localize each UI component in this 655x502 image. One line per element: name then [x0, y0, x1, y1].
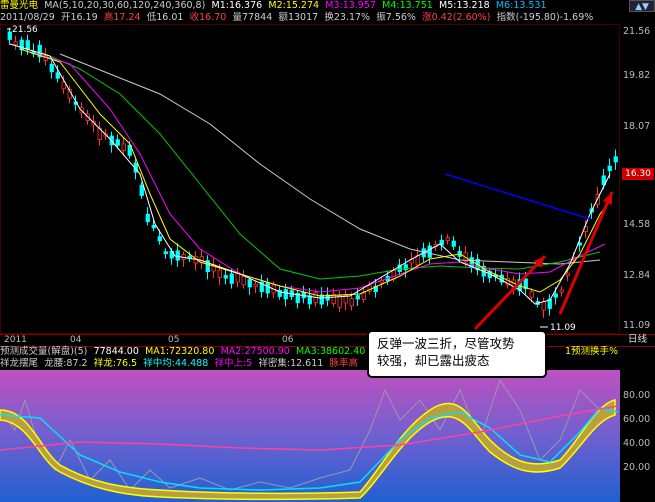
vol-extra: 1预测换手% [565, 346, 619, 357]
stock-name: 雷曼光电 [0, 0, 39, 11]
vol-ma1: MA1:72320.80 [145, 346, 215, 357]
candle [115, 139, 120, 146]
period-label[interactable]: 日线 [628, 334, 655, 345]
date-label: 05 [168, 335, 180, 345]
candle [529, 291, 534, 298]
ma-params: MA(5,10,20,30,60,120,240,360,8) [44, 0, 206, 11]
ma-m2: M2:15.274 [268, 0, 320, 11]
ind-b: 祥龙:76.5 [93, 358, 138, 369]
candle [7, 31, 12, 40]
candle [541, 301, 546, 311]
y-tick: 12.84 [623, 270, 651, 281]
sub-tick: 40.00 [623, 438, 651, 449]
quote-close: 收16.70 [189, 12, 227, 23]
candle [157, 236, 162, 242]
indicator-axis: 80.00 60.00 40.00 20.00 [620, 370, 655, 502]
candle [265, 282, 270, 294]
quote-amount: 额13017 [278, 12, 319, 23]
y-tick: 11.09 [623, 320, 651, 331]
candle [451, 240, 456, 247]
ind-a: 龙腰:87.2 [44, 358, 88, 369]
candlestick-chart[interactable]: 21.56 11.09 [0, 24, 620, 334]
candle [49, 63, 54, 73]
index-change: 指数(-195.80)-1.69% [496, 12, 594, 23]
quote-date: 2011/08/29 [0, 12, 55, 23]
ind-d: 祥中上:5 [214, 358, 253, 369]
candle [151, 225, 156, 229]
ma-m6: M6:13.531 [495, 0, 547, 11]
candle [55, 72, 60, 79]
quote-change: 涨0.42(2.60%) [422, 12, 491, 23]
candle [553, 293, 558, 298]
ma-m4: M4:13.751 [382, 0, 433, 11]
candle [223, 275, 228, 279]
annotation-callout: 反弹一波三折，尽管攻势 较强，却已露出疲态 [367, 330, 547, 378]
candle [559, 289, 564, 293]
candle [163, 251, 168, 255]
annotation-line-2: 较强，却已露出疲态 [377, 353, 490, 368]
candle [145, 213, 150, 223]
high-mark: 21.56 [12, 25, 38, 35]
ma-m5: M5:13.218 [439, 0, 490, 11]
indicator-chart[interactable] [0, 370, 620, 502]
quote-amplitude: 振7.56% [376, 12, 416, 23]
annotation-line-1: 反弹一波三折，尽管攻势 [377, 336, 515, 351]
quote-header: 2011/08/29 开16.19 高17.24 低16.01 收16.70 量… [0, 12, 655, 24]
quote-high: 高17.24 [103, 12, 141, 23]
quote-open: 开16.19 [60, 12, 98, 23]
sub-tick: 80.00 [623, 390, 651, 401]
low-mark: 11.09 [550, 323, 576, 333]
volume-indicator-header: 预测成交量(解盘)(5) 77844.00 MA1:72320.80 MA2:2… [0, 346, 655, 358]
candle [217, 269, 222, 279]
y-tick: 21.56 [623, 26, 651, 37]
candle [613, 156, 618, 163]
candle [121, 143, 126, 151]
vol-value: 77844.00 [93, 346, 139, 357]
ind-name: 祥龙摆尾 [0, 358, 39, 369]
candle [247, 279, 252, 288]
vol-ma2: MA2:27500.90 [220, 346, 290, 357]
current-price-tag: 16.30 [622, 168, 654, 180]
date-label: 06 [282, 335, 294, 345]
date-label: 04 [70, 335, 82, 345]
candle [175, 250, 180, 261]
indicator-line: 祥龙摆尾 龙腰:87.2 祥龙:76.5 祥中均:44.488 祥中上:5 祥密… [0, 358, 655, 370]
date-label: 2011 [4, 335, 27, 345]
quote-volume: 量77844 [232, 12, 273, 23]
vol-name: 预测成交量(解盘)(5) [0, 346, 88, 357]
ma-m1: M1:16.376 [211, 0, 263, 11]
y-tick: 14.58 [623, 219, 651, 230]
candle [355, 295, 360, 300]
candle [361, 292, 366, 300]
candle [13, 41, 18, 46]
vol-ma3: MA3:38602.40 [296, 346, 366, 357]
candle [25, 40, 30, 50]
ind-f: 脉率高 [329, 358, 359, 369]
y-tick: 18.07 [623, 121, 651, 132]
quote-turnover: 换23.17% [324, 12, 371, 23]
quote-low: 低16.01 [146, 12, 184, 23]
sub-tick: 20.00 [623, 462, 651, 473]
candle [427, 245, 432, 258]
candle [229, 273, 234, 284]
scroll-button[interactable]: ▲▼ [629, 0, 655, 12]
candle [607, 165, 612, 172]
candle [139, 184, 144, 196]
candle [565, 272, 570, 276]
candle [253, 283, 258, 288]
ind-c: 祥中均:44.488 [143, 358, 209, 369]
candle [241, 275, 246, 286]
ind-e: 祥密集:12.611 [258, 358, 324, 369]
candle [445, 237, 450, 241]
ma-m3: M3:13.957 [325, 0, 376, 11]
sub-tick: 60.00 [623, 414, 651, 425]
candle [337, 295, 342, 308]
candle [283, 289, 288, 300]
y-tick: 19.82 [623, 70, 651, 81]
indicator-header: 雷曼光电 MA(5,10,20,30,60,120,240,360,8) M1:… [0, 0, 655, 12]
candle [349, 298, 354, 307]
